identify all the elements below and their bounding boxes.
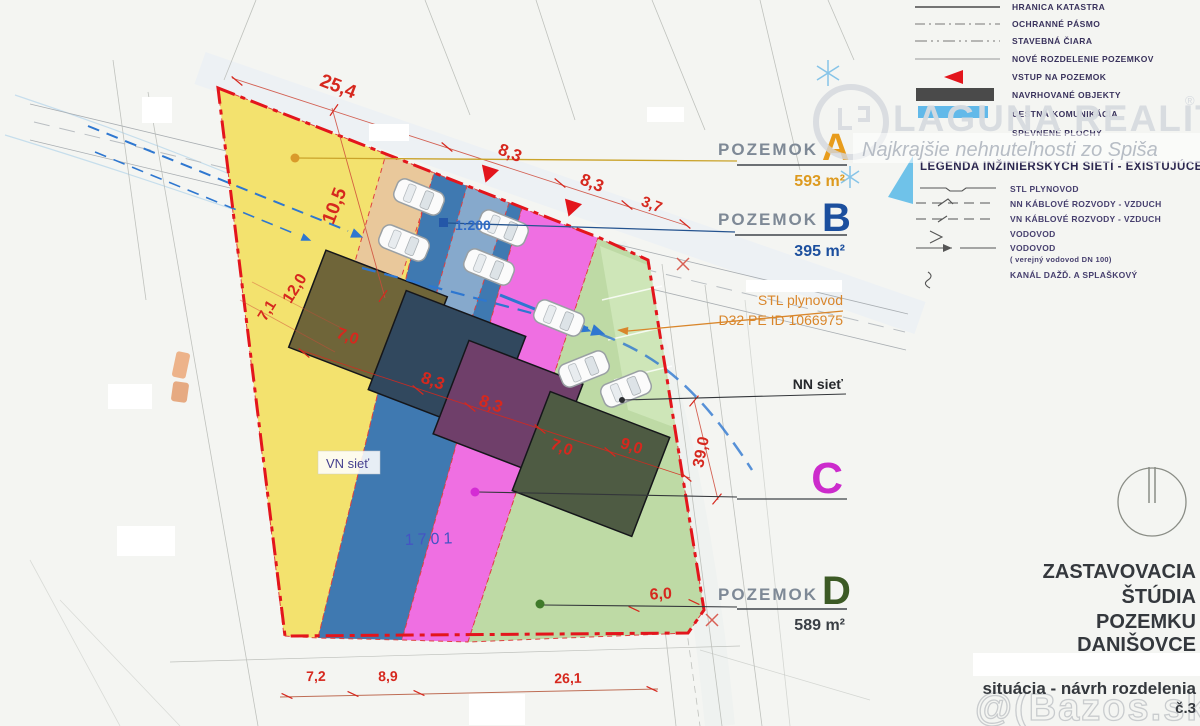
laguna-tagline-text: Najkrajšie nehnuteľnosti zo Spiša [862,139,1158,161]
network-item-label: NN KÁBLOVÉ ROZVODY - VZDUCH [1010,199,1162,209]
network-item-label: VODOVOD [1010,229,1056,239]
network-item-label: VODOVOD [1010,243,1056,253]
parcel-d-marker [536,600,545,609]
title-line: POZEMKU [1096,611,1196,633]
gas-label-line1: STL plynovod [758,292,843,308]
parcel-c-letter: C [811,454,843,503]
dim-label: 7,2 [306,668,326,684]
dim-label: 26,1 [554,670,582,686]
parcel-d-word: POZEMOK [718,585,818,604]
network-item-label: STL PLYNOVOD [1010,184,1079,194]
parcel-b-letter: B [822,196,851,240]
legend-item-label: NOVÉ ROZDELENIE POZEMKOV [1012,54,1154,64]
legend-item-label: VSTUP NA POZEMOK [1012,72,1107,82]
title-line: ZASTAVOVACIA [1043,561,1196,583]
gas-label-line2: D32 PE ID 1066975 [718,312,843,328]
parcel-a-area: 593 m² [794,173,845,190]
network-item-label: KANÁL DAŽĎ. A SPLAŠKOVÝ [1010,269,1138,280]
title-subtitle: situácia - návrh rozdelenia [982,679,1196,698]
dim-label: 6,0 [649,585,672,603]
network-item-label: VN KÁBLOVÉ ROZVODY - VZDUCH [1010,214,1161,224]
parcel-b-marker [439,218,448,227]
title-line: ŠTÚDIA [1122,584,1196,608]
parcel-d-area: 589 m² [794,617,845,634]
dim-label: 8,9 [378,668,398,684]
laguna-brand-text: LAGUNA REALITY [893,98,1200,139]
legend-item-label: HRANICA KATASTRA [1012,2,1105,12]
title-sheet-number: č.3 [1175,700,1196,717]
network-item-label: ( verejný vodovod DN 100) [1010,255,1112,264]
parcel-a-word: POZEMOK [718,140,818,159]
site-plan-canvas: 25,4 8,3 8,3 3,7 10,5 7,1 12,0 7,0 8,3 8… [0,0,1200,726]
laguna-reg-mark: ® [1185,93,1195,108]
parcel-b-word: POZEMOK [718,210,818,229]
legend-item-label: OCHRANNÉ PÁSMO [1012,19,1100,29]
parcel-d-letter: D [822,569,851,613]
parcel-number-label: 1701 [405,530,457,549]
nn-marker [619,397,625,403]
title-line: DANIŠOVCE [1077,632,1196,656]
parcel-b-area: 395 m² [794,243,845,260]
scale-note-label: 1:200 [455,217,491,233]
vn-grid-label: VN sieť [326,456,369,471]
parcel-c-marker [471,488,480,497]
parcel-a-marker [291,154,300,163]
legend-item-label: STAVEBNÁ ČIARA [1012,35,1092,46]
nn-grid-label: NN sieť [793,376,844,392]
site-plan-drawing: 25,4 8,3 8,3 3,7 10,5 7,1 12,0 7,0 8,3 8… [0,0,1200,726]
